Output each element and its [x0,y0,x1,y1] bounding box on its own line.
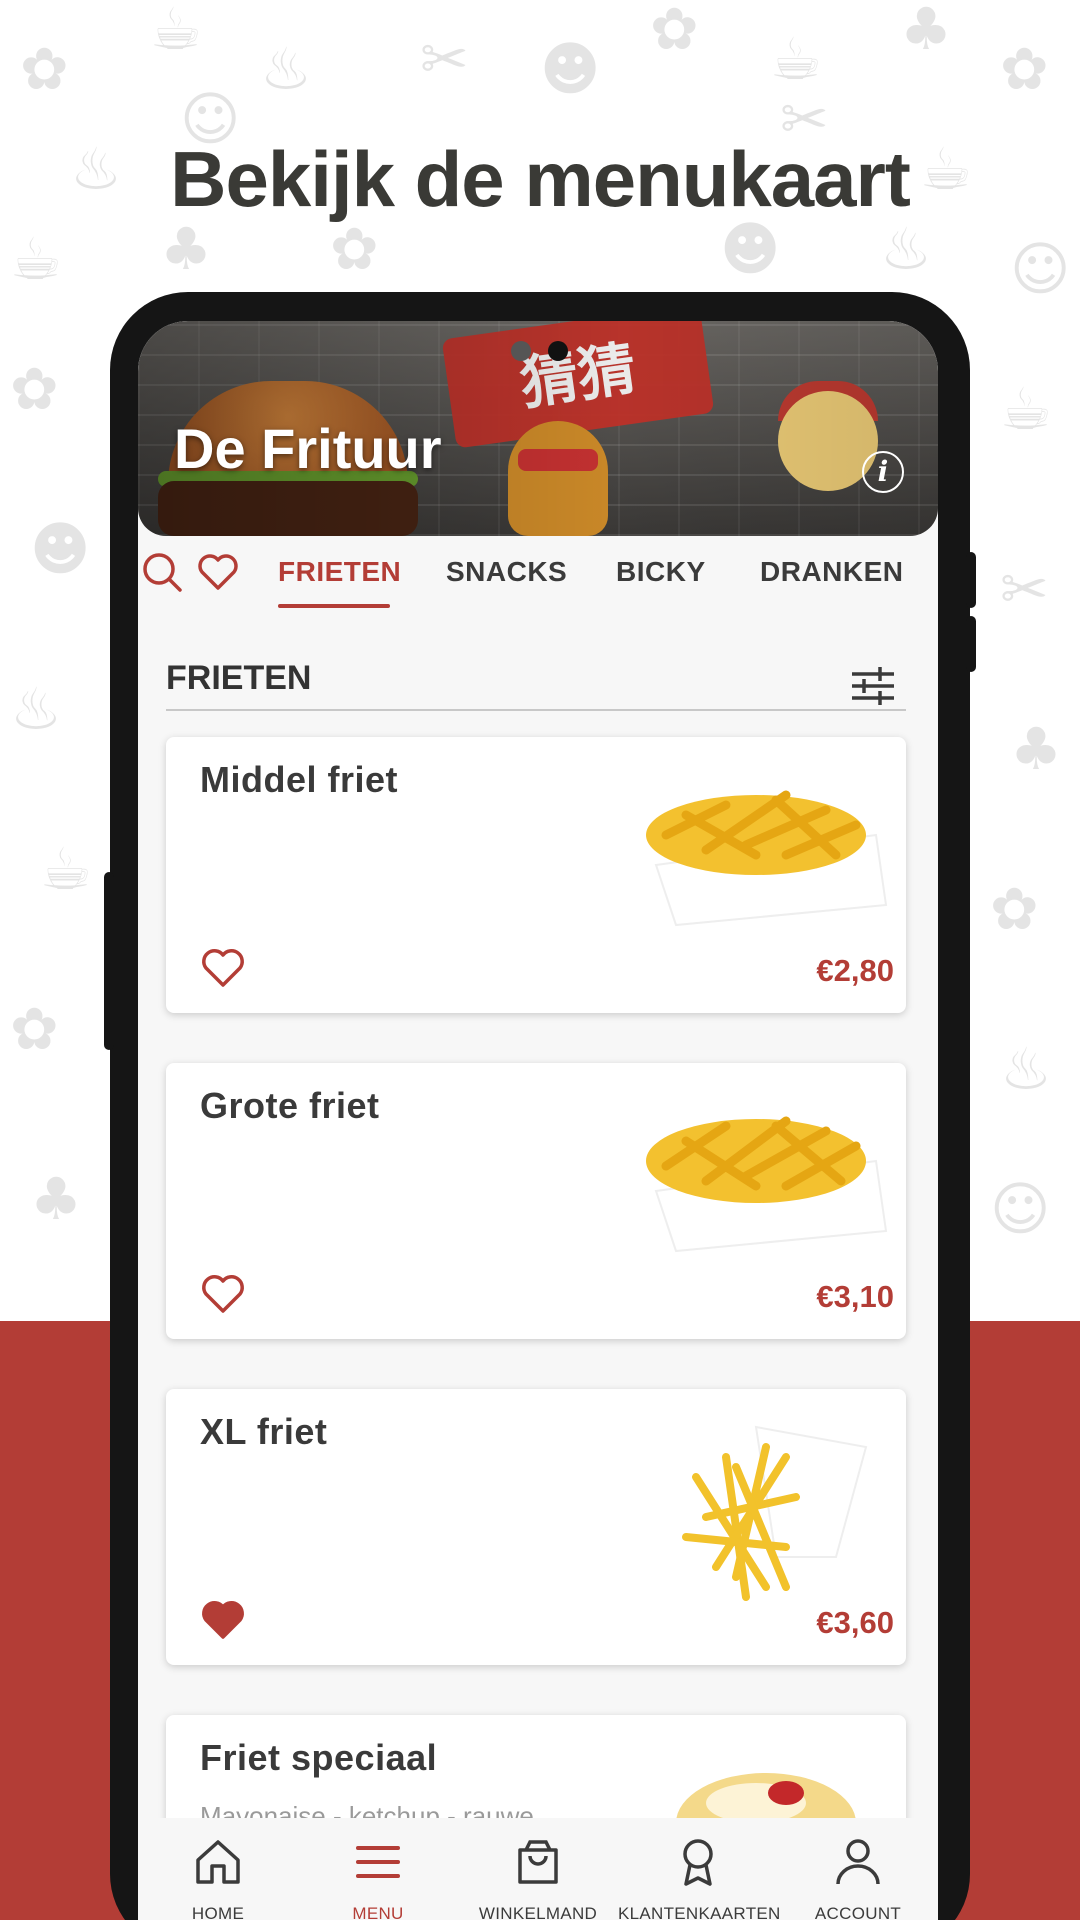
product-card[interactable]: Grote friet €3,10 [166,1063,906,1339]
restaurant-name: De Frituur [174,417,442,480]
favorite-heart-filled-icon[interactable] [200,1599,246,1641]
nav-label: HOME [191,1904,245,1920]
product-name: XL friet [200,1411,328,1452]
phone-side-button-left [104,872,114,1050]
info-button[interactable]: i [862,451,904,493]
phone-side-button-right-lower [966,616,976,672]
account-icon [836,1839,880,1885]
nav-label: KLANTENKAARTEN [618,1904,781,1920]
product-name: Grote friet [200,1085,380,1126]
fries-image [646,1116,888,1253]
product-price: €3,10 [816,1279,894,1314]
nav-winkelmand[interactable]: WINKELMAND [458,1818,618,1920]
favorite-heart-icon[interactable] [200,1273,246,1315]
nav-label: WINKELMAND [478,1904,598,1920]
favorite-heart-icon[interactable] [200,947,246,989]
nav-account[interactable]: ACCOUNT [778,1818,938,1920]
nav-home[interactable]: HOME [138,1818,298,1920]
product-card[interactable]: XL friet €3,60 [166,1389,906,1665]
fries-image [646,790,888,927]
promo-headline: Bekijk de menukaart [170,135,911,223]
camera-lens [548,341,568,361]
filter-sliders-icon[interactable] [850,666,896,706]
favorites-heart-icon[interactable] [196,550,240,594]
category-tabbar: FRIETEN SNACKS BICKY DRANKEN [138,536,938,616]
shopping-bag-icon [518,1840,558,1884]
camera-lens [511,341,531,361]
fries-image [682,1425,868,1601]
menu-icon [356,1846,400,1878]
product-name: Friet speciaal [200,1737,438,1778]
nav-label: ACCOUNT [814,1904,902,1920]
bottom-navigation: HOME MENU WINKELMAND KLANTENKAARTEN ACCO… [138,1818,938,1920]
nav-klantenkaarten[interactable]: KLANTENKAARTEN [618,1818,781,1920]
section-title: FRIETEN [166,659,312,697]
tab-frieten[interactable]: FRIETEN [278,556,401,588]
product-price: €2,80 [816,953,894,988]
home-icon [196,1840,240,1884]
app-screen: 猜猜 De Frituur i FRIETEN SNACKS BICKY DRA… [138,321,938,1920]
nav-label: MENU [352,1904,404,1920]
tab-dranken[interactable]: DRANKEN [760,556,904,588]
phone-side-button-right-upper [966,552,976,608]
active-tab-underline [278,604,390,608]
section-divider [166,709,906,711]
product-card[interactable]: Middel friet €2,80 [166,737,906,1013]
product-name: Middel friet [200,759,399,800]
product-price: €3,60 [816,1605,894,1640]
award-icon [683,1839,713,1886]
nav-menu[interactable]: MENU [298,1818,458,1920]
tab-snacks[interactable]: SNACKS [446,556,567,588]
restaurant-banner: 猜猜 De Frituur i [138,321,938,536]
search-icon[interactable] [140,550,184,594]
tab-bicky[interactable]: BICKY [616,556,706,588]
info-icon: i [877,455,889,488]
